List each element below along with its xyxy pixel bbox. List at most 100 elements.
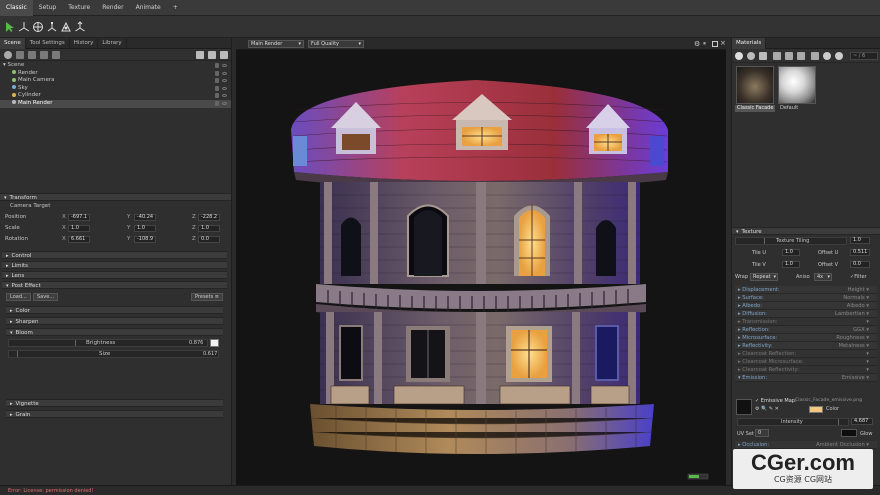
emissive-map-thumb[interactable] [736, 399, 752, 415]
tab-history[interactable]: History [70, 38, 99, 49]
menu-animate[interactable]: Animate [130, 0, 167, 16]
close-icon[interactable]: × [720, 39, 726, 47]
channel-row[interactable]: ▸ Reflection: GGX [735, 326, 877, 334]
channel-row[interactable]: ▸ Surface: Normals [735, 294, 877, 302]
quality-select[interactable]: Full Quality ▾ [308, 40, 364, 48]
subsection-sharpen[interactable]: ▸ Sharpen [6, 317, 223, 325]
material-filter-field[interactable]: ~ / 6 [850, 52, 878, 60]
transform-header[interactable]: ▾ Transform [0, 193, 231, 201]
channel-row[interactable]: ▸ Microsurface: Roughness [735, 334, 877, 342]
camera-icon[interactable] [28, 51, 36, 59]
section-lens[interactable]: ▸ Lens [2, 271, 227, 279]
eye-icon[interactable] [222, 86, 227, 90]
tab-materials[interactable]: Materials [732, 38, 767, 49]
tab-scene[interactable]: Scene [0, 38, 26, 49]
offset-v-field[interactable]: 0.0 [850, 261, 870, 268]
uv-set-select[interactable]: 0 [755, 429, 769, 437]
menu-render[interactable]: Render [96, 0, 129, 16]
sphere-preview-icon[interactable] [823, 52, 831, 60]
intensity-field[interactable]: 4.687 [851, 418, 873, 425]
menu-classic[interactable]: Classic [0, 0, 33, 16]
camera-target-row[interactable]: Camera Target [0, 201, 231, 212]
channel-row[interactable]: ▸ Clearcoat Reflectivity: [735, 366, 877, 374]
channel-row[interactable]: ▸ Reflectivity: Metalness [735, 342, 877, 350]
subsection-color[interactable]: ▸ Color [6, 306, 223, 314]
channel-row[interactable]: ▸ Albedo: Albedo [735, 302, 877, 310]
tile-v-field[interactable]: 1.0 [782, 261, 800, 268]
channel-row[interactable]: ▾ Emission: Emissive [735, 374, 877, 382]
group-icon[interactable] [52, 51, 60, 59]
maximize-icon[interactable] [712, 41, 718, 47]
picker-icon[interactable] [811, 52, 819, 60]
presets-button[interactable]: Presets ≡ [191, 293, 223, 301]
lock-icon[interactable] [215, 70, 219, 76]
scale-gizmo-icon[interactable] [45, 20, 59, 34]
folder-icon[interactable] [196, 51, 204, 59]
section-limits[interactable]: ▸ Limits [2, 261, 227, 269]
lock-icon[interactable] [215, 100, 219, 106]
tree-item-render[interactable]: Render [0, 70, 231, 78]
channel-row[interactable]: ▸ Transmission: [735, 318, 877, 326]
channel-occlusion[interactable]: ▸ Occlusion: Ambient Occlusion [735, 441, 877, 449]
render-viewport[interactable]: Main Render ▾ Full Quality ▾ ⚙ ⏸ × [236, 38, 726, 485]
duplicate-icon[interactable] [208, 51, 216, 59]
texture-tiling-field[interactable]: 1.0 [850, 237, 870, 244]
menu-texture[interactable]: Texture [62, 0, 96, 16]
load-button[interactable]: Load... [6, 293, 31, 301]
subsection-grain[interactable]: ▸ Grain [6, 410, 223, 418]
rotation-x-field[interactable]: 6.661 [68, 236, 90, 243]
rotation-y-field[interactable]: -108.9 [134, 236, 156, 243]
tab-library[interactable]: Library [98, 38, 127, 49]
render-select[interactable]: Main Render ▾ [248, 40, 304, 48]
eye-icon[interactable] [222, 94, 227, 98]
map-tool-icons[interactable]: ⚙ 🔍 ✎ ✕ [755, 406, 779, 412]
eye-icon[interactable] [222, 101, 227, 105]
rotation-z-field[interactable]: 0.0 [198, 236, 220, 243]
sky-icon[interactable] [40, 51, 48, 59]
size-slider[interactable] [8, 350, 219, 358]
settings-icon[interactable] [835, 52, 843, 60]
subsection-bloom[interactable]: ▾ Bloom [6, 328, 223, 336]
channel-row[interactable]: ▸ Clearcoat Microsurface: [735, 358, 877, 366]
filter-checkbox[interactable]: ✓Filter [850, 274, 867, 280]
tree-item-scene[interactable]: ▾ Scene [0, 62, 231, 70]
menu-setup[interactable]: Setup [33, 0, 62, 16]
scale-y-field[interactable]: 1.0 [134, 225, 156, 232]
offset-u-field[interactable]: 0.511 [850, 249, 870, 256]
lock-icon[interactable] [215, 78, 219, 84]
channel-row[interactable]: ▸ Diffusion: Lambertian [735, 310, 877, 318]
add-object-icon[interactable] [4, 51, 12, 59]
wrap-select[interactable]: Repeat ▾ [750, 273, 778, 281]
delete-material-icon[interactable] [759, 52, 767, 60]
light-icon[interactable] [16, 51, 24, 59]
menu-add-tab[interactable]: + [167, 0, 184, 16]
gear-icon[interactable]: ⚙ [694, 40, 700, 48]
bloom-color-swatch[interactable] [210, 339, 219, 347]
move-gizmo-icon[interactable] [17, 20, 31, 34]
tab-tool-settings[interactable]: Tool Settings [26, 38, 70, 49]
duplicate-material-icon[interactable] [747, 52, 755, 60]
emissive-map-checkbox[interactable]: ✓ Emissive Map: [755, 398, 797, 404]
trash-icon[interactable] [797, 52, 805, 60]
position-x-field[interactable]: -697.1 [68, 214, 90, 221]
channel-row[interactable]: ▸ Displacement: Height [735, 286, 877, 294]
tile-u-field[interactable]: 1.0 [782, 249, 800, 256]
material-thumb-default[interactable] [778, 66, 816, 104]
section-control[interactable]: ▸ Control [2, 251, 227, 259]
eye-icon[interactable] [222, 71, 227, 75]
tree-item-cylinder[interactable]: Cylinder [0, 92, 231, 100]
pivot-gizmo-icon[interactable] [59, 20, 73, 34]
subsection-vignette[interactable]: ▸ Vignette [6, 399, 223, 407]
position-y-field[interactable]: -40.24 [134, 214, 156, 221]
aniso-select[interactable]: 4x ▾ [814, 273, 832, 281]
tree-item-main-camera[interactable]: Main Camera [0, 77, 231, 85]
lock-icon[interactable] [215, 85, 219, 91]
select-arrow-icon[interactable] [3, 20, 17, 34]
tree-item-sky[interactable]: Sky [0, 85, 231, 93]
scale-z-field[interactable]: 1.0 [198, 225, 220, 232]
lock-icon[interactable] [215, 63, 219, 68]
position-z-field[interactable]: -228.2 [198, 214, 220, 221]
eye-icon[interactable] [222, 64, 227, 67]
pause-icon[interactable]: ⏸ [703, 40, 706, 48]
new-material-icon[interactable] [735, 52, 743, 60]
